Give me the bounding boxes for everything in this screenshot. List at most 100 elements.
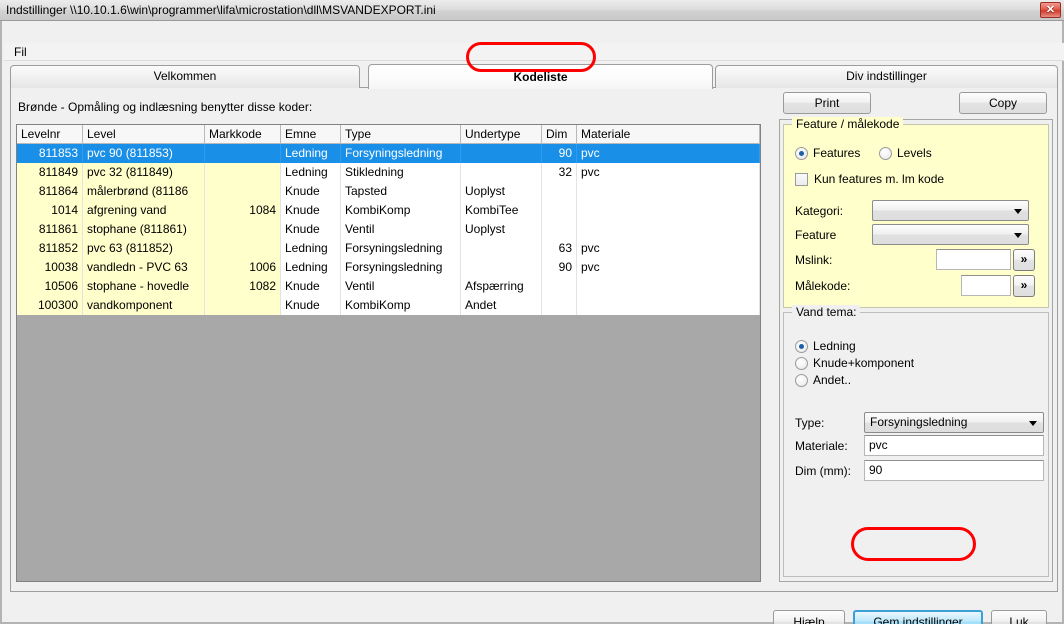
malekode-browse-button[interactable]: » xyxy=(1013,275,1035,297)
table-row[interactable]: 811864 målerbrønd (81186 Knude Tapsted Uoply… xyxy=(17,182,760,201)
print-button[interactable]: Print xyxy=(783,92,871,114)
close-icon: ✕ xyxy=(1045,4,1056,16)
table-cell-emne: Knude xyxy=(281,201,341,220)
table-cell-emne: Ledning xyxy=(281,144,341,163)
radio-ledning[interactable] xyxy=(795,340,808,353)
table-row[interactable]: 1014 afgrening vand 1084 Knude KombiKomp Komb… xyxy=(17,201,760,220)
intro-label: Brønde - Opmåling og indlæsning benytter… xyxy=(18,100,313,114)
table-header-undertype[interactable]: Undertype xyxy=(461,125,542,143)
mslink-input[interactable] xyxy=(936,249,1011,270)
checkbox-kun-features-label[interactable]: Kun features m. lm kode xyxy=(814,172,944,186)
codes-table[interactable]: Levelnr Level Markkode Emne Type Undertype Dim… xyxy=(16,124,761,582)
table-header-levelnr[interactable]: Levelnr xyxy=(17,125,83,143)
table-cell-markkode xyxy=(205,220,281,239)
materiale-input[interactable]: pvc xyxy=(864,435,1044,456)
malekode-input[interactable] xyxy=(961,275,1011,296)
mslink-label: Mslink: xyxy=(795,253,833,267)
table-cell-markkode xyxy=(205,182,281,201)
close-dialog-button[interactable]: Luk xyxy=(991,610,1047,624)
table-header-emne[interactable]: Emne xyxy=(281,125,341,143)
radio-levels[interactable] xyxy=(879,147,892,160)
table-cell-level: vandledn - PVC 63 xyxy=(83,258,205,277)
vand-tema-title: Vand tema: xyxy=(792,305,861,319)
tab-kodeliste[interactable]: Kodeliste xyxy=(368,64,713,89)
type-label: Type: xyxy=(795,416,825,430)
radio-andet-label[interactable]: Andet.. xyxy=(813,373,851,387)
window-body: Fil Velkommen Kodeliste Div indstillinge… xyxy=(0,21,1064,624)
table-cell-materiale: pvc xyxy=(577,163,760,182)
table-cell-materiale: pvc xyxy=(577,258,760,277)
table-header-markkode[interactable]: Markkode xyxy=(205,125,281,143)
chevron-down-icon xyxy=(1029,421,1037,426)
table-row[interactable]: 100300 vandkomponent Knude KombiKomp Andet xyxy=(17,296,760,315)
table-cell-emne: Knude xyxy=(281,220,341,239)
table-cell-dim xyxy=(542,182,577,201)
table-cell-levelnr: 811864 xyxy=(17,182,83,201)
table-header-dim[interactable]: Dim xyxy=(542,125,577,143)
table-cell-levelnr: 10506 xyxy=(17,277,83,296)
table-cell-materiale: pvc xyxy=(577,239,760,258)
table-cell-emne: Knude xyxy=(281,182,341,201)
mslink-browse-button[interactable]: » xyxy=(1013,249,1035,271)
settings-window: Indstillinger \\10.10.1.6\win\programmer… xyxy=(0,0,1064,624)
save-settings-button[interactable]: Gem indstillinger xyxy=(853,610,983,624)
table-cell-markkode xyxy=(205,163,281,182)
table-cell-level: pvc 90 (811853) xyxy=(83,144,205,163)
radio-knude-komponent[interactable] xyxy=(795,357,808,370)
table-row[interactable]: 10038 vandledn - PVC 63 1006 Ledning Forsyni… xyxy=(17,258,760,277)
table-cell-markkode: 1006 xyxy=(205,258,281,277)
chevron-down-icon xyxy=(1014,233,1022,238)
table-cell-type: Forsyningsledning xyxy=(341,258,461,277)
radio-levels-label[interactable]: Levels xyxy=(897,146,932,160)
dim-label: Dim (mm): xyxy=(795,464,851,478)
close-button[interactable]: ✕ xyxy=(1040,2,1061,18)
menu-item-fil[interactable]: Fil xyxy=(14,45,27,59)
table-cell-emne: Ledning xyxy=(281,239,341,258)
table-cell-markkode: 1082 xyxy=(205,277,281,296)
radio-ledning-label[interactable]: Ledning xyxy=(813,339,856,353)
tab-velkommen[interactable]: Velkommen xyxy=(10,65,360,88)
type-combobox[interactable]: Forsyningsledning xyxy=(864,412,1044,433)
copy-button[interactable]: Copy xyxy=(959,92,1047,114)
table-cell-materiale xyxy=(577,201,760,220)
tab-strip: Velkommen Kodeliste Div indstillinger xyxy=(10,64,1058,89)
table-row[interactable]: 811852 pvc 63 (811852) Ledning Forsyningsle… xyxy=(17,239,760,258)
table-cell-dim xyxy=(542,220,577,239)
table-cell-type: KombiKomp xyxy=(341,296,461,315)
table-cell-materiale: pvc xyxy=(577,144,760,163)
table-cell-levelnr: 811861 xyxy=(17,220,83,239)
feature-group: Feature / målekode Features Levels Kun f… xyxy=(783,117,1049,308)
feature-combobox[interactable] xyxy=(872,224,1029,245)
radio-knude-komponent-label[interactable]: Knude+komponent xyxy=(813,356,914,370)
table-row[interactable]: 811861 stophane (811861) Knude Ventil Uoplys… xyxy=(17,220,760,239)
feature-group-title: Feature / målekode xyxy=(792,117,904,131)
title-bar: Indstillinger \\10.10.1.6\win\programmer… xyxy=(0,0,1064,21)
radio-features[interactable] xyxy=(795,147,808,160)
checkbox-kun-features-lm-kode[interactable] xyxy=(795,173,808,186)
help-button[interactable]: Hjælp xyxy=(773,610,845,624)
table-header-level[interactable]: Level xyxy=(83,125,205,143)
table-cell-dim: 90 xyxy=(542,144,577,163)
table-row[interactable]: 811849 pvc 32 (811849) Ledning Stikledning 3… xyxy=(17,163,760,182)
table-cell-undertype: Uoplyst xyxy=(461,220,542,239)
tab-div-indstillinger[interactable]: Div indstillinger xyxy=(715,65,1058,88)
table-cell-materiale xyxy=(577,296,760,315)
radio-features-label[interactable]: Features xyxy=(813,146,860,160)
table-row[interactable]: 10506 stophane - hovedle 1082 Knude Ventil Af… xyxy=(17,277,760,296)
dim-input[interactable]: 90 xyxy=(864,460,1044,481)
table-cell-materiale xyxy=(577,220,760,239)
table-cell-undertype: KombiTee xyxy=(461,201,542,220)
table-cell-level: pvc 63 (811852) xyxy=(83,239,205,258)
table-cell-dim xyxy=(542,296,577,315)
table-cell-level: afgrening vand xyxy=(83,201,205,220)
menu-bar: Fil xyxy=(4,43,1064,61)
table-header-materiale[interactable]: Materiale xyxy=(577,125,760,143)
table-cell-levelnr: 811853 xyxy=(17,144,83,163)
feature-label: Feature xyxy=(795,228,837,242)
table-row[interactable]: 811853 pvc 90 (811853) Ledning Forsyningsle… xyxy=(17,144,760,163)
table-cell-levelnr: 811849 xyxy=(17,163,83,182)
kategori-combobox[interactable] xyxy=(872,200,1029,221)
radio-andet[interactable] xyxy=(795,374,808,387)
table-header-type[interactable]: Type xyxy=(341,125,461,143)
table-cell-levelnr: 811852 xyxy=(17,239,83,258)
